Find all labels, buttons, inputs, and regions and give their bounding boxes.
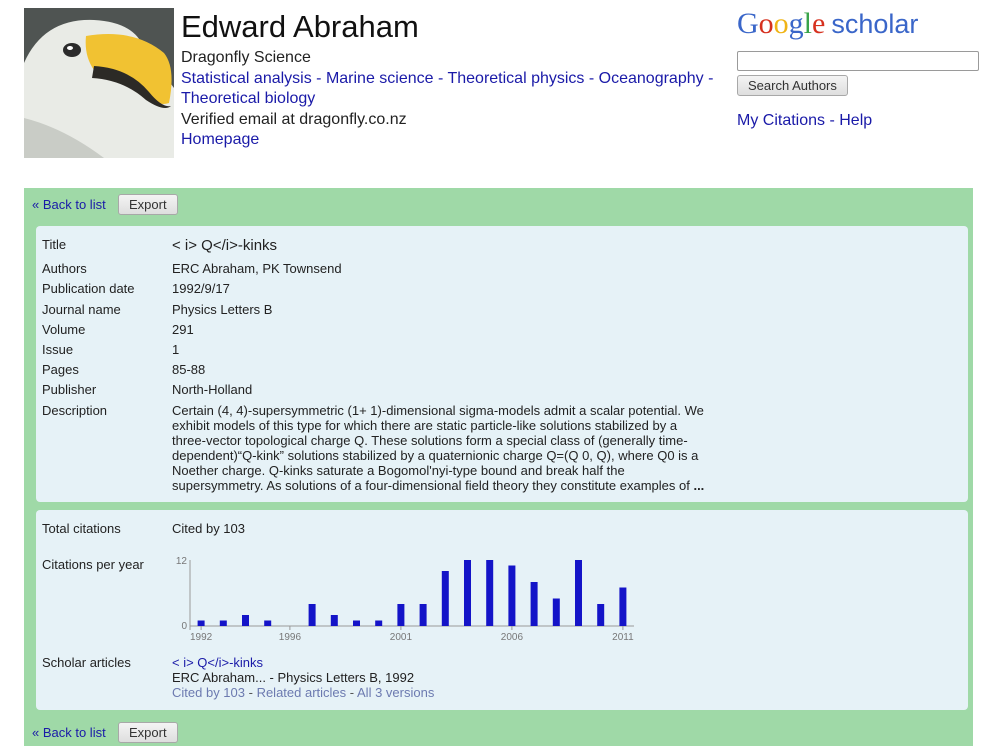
affiliation: Dragonfly Science: [181, 49, 311, 66]
search-authors-input[interactable]: [737, 51, 979, 71]
interest-link-theoretical-biology[interactable]: Theoretical biology: [181, 90, 315, 107]
chart-bar: [353, 620, 360, 626]
chart-bar: [397, 604, 405, 626]
interest-separator: -: [433, 69, 448, 87]
volume-label: Volume: [42, 322, 86, 337]
issue-value: 1: [172, 342, 180, 357]
top-nav-bar: « Back to list Export: [24, 188, 973, 218]
related-articles-link[interactable]: Related articles: [257, 685, 347, 700]
interests: Statistical analysis - Marine science - …: [181, 69, 721, 110]
google-logo-text: Google: [737, 7, 826, 40]
article-title-link[interactable]: < i> Q</i>-kinks: [172, 237, 277, 254]
citations-per-year-chart: 0 12 1992 1996 2001 2006 2011: [176, 556, 634, 643]
chart-y-tick-label: 12: [176, 556, 188, 567]
chart-bar: [575, 560, 582, 626]
chart-bar: [441, 571, 449, 626]
total-citations-label: Total citations: [42, 521, 121, 536]
chart-bar: [530, 582, 538, 626]
interest-separator: -: [703, 69, 714, 87]
chart-x-tick-label: 2001: [390, 632, 413, 643]
publisher-value: North-Holland: [172, 382, 253, 397]
scholar-link-separator: -: [346, 685, 358, 700]
verified-email: Verified email at dragonfly.co.nz: [181, 110, 407, 128]
chart-bar: [464, 560, 471, 626]
description-text: Certain (4, 4)-supersymmetric (1+ 1)-dim…: [172, 403, 708, 493]
authors-value: ERC Abraham, PK Townsend: [172, 261, 342, 276]
scholar-cited-by-link[interactable]: Cited by 103: [172, 685, 245, 700]
chart-bar: [219, 620, 227, 626]
author-name: Edward Abraham: [181, 9, 419, 44]
all-versions-link[interactable]: All 3 versions: [357, 685, 434, 700]
citations-per-year-label: Citations per year: [42, 557, 144, 572]
chart-bar: [419, 604, 427, 626]
interest-separator: -: [311, 69, 326, 87]
interest-separator: -: [584, 69, 599, 87]
profile-info: Edward Abraham Dragonfly Science Statist…: [181, 8, 721, 151]
date-label: Publication date: [42, 281, 135, 296]
bottom-nav-bar: « Back to list Export: [24, 716, 973, 746]
volume-value: 291: [172, 322, 194, 337]
scholar-logo-text: scholar: [831, 9, 919, 39]
header-links: My Citations - Help: [737, 112, 982, 130]
export-button[interactable]: Export: [118, 194, 178, 215]
citations-panel: Total citations Cited by 103 Citations p…: [36, 510, 968, 710]
chart-bar: [375, 620, 383, 626]
issue-label: Issue: [42, 342, 74, 357]
homepage-link[interactable]: Homepage: [181, 131, 259, 148]
back-to-list-link-bottom[interactable]: « Back to list: [32, 725, 106, 740]
chart-bar: [197, 620, 205, 626]
chart-x-tick-label: 2011: [612, 632, 634, 643]
description-label: Description: [42, 403, 108, 418]
publisher-label: Publisher: [42, 382, 97, 397]
interest-link-theoretical-physics[interactable]: Theoretical physics: [447, 70, 584, 87]
pages-value: 85-88: [172, 362, 206, 377]
search-authors-button[interactable]: Search Authors: [737, 75, 848, 96]
scholar-article: < i> Q</i>-kinks ERC Abraham... - Physic…: [172, 655, 434, 700]
help-link[interactable]: Help: [839, 112, 872, 129]
cited-by-link[interactable]: Cited by 103: [172, 521, 245, 536]
chart-y-tick-label: 0: [181, 621, 187, 632]
interest-link-statistical-analysis[interactable]: Statistical analysis: [181, 70, 312, 87]
export-button-bottom[interactable]: Export: [118, 722, 178, 743]
chart-bar: [242, 615, 249, 626]
interest-link-marine-science[interactable]: Marine science: [326, 70, 434, 87]
chart-bar: [308, 604, 316, 626]
date-value: 1992/9/17: [172, 281, 230, 296]
chart-bar: [486, 560, 494, 626]
pages-label: Pages: [42, 362, 79, 377]
chart-bar: [552, 598, 560, 626]
chart-bar: [619, 587, 627, 626]
chart-bar: [508, 565, 516, 626]
chart-bar: [597, 604, 605, 626]
interest-link-oceanography[interactable]: Oceanography: [599, 70, 704, 87]
journal-label: Journal name: [42, 302, 121, 317]
description-body: Certain (4, 4)-supersymmetric (1+ 1)-dim…: [172, 403, 704, 493]
header-link-separator: -: [825, 112, 840, 129]
chart-x-tick-label: 2006: [501, 632, 524, 643]
google-scholar-logo[interactable]: Google scholar: [737, 6, 982, 42]
scholar-article-source: ERC Abraham... - Physics Letters B, 1992: [172, 670, 415, 685]
scholar-header: Google scholar Search Authors My Citation…: [737, 6, 982, 130]
chart-bar: [330, 615, 338, 626]
back-to-list-link[interactable]: « Back to list: [32, 197, 106, 212]
my-citations-link[interactable]: My Citations: [737, 112, 825, 129]
scholar-articles-label: Scholar articles: [42, 655, 131, 670]
chart-bar: [264, 620, 272, 626]
scholar-article-title-link[interactable]: < i> Q</i>-kinks: [172, 655, 434, 670]
chart-x-tick-label: 1992: [190, 632, 213, 643]
journal-value: Physics Letters B: [172, 302, 273, 317]
authors-label: Authors: [42, 261, 87, 276]
details-panel: Title < i> Q</i>-kinks Authors ERC Abrah…: [36, 226, 968, 502]
title-label: Title: [42, 237, 67, 252]
scholar-link-separator: -: [245, 685, 257, 700]
author-photo: [24, 8, 174, 158]
chart-x-tick-label: 1996: [279, 632, 302, 643]
description-more[interactable]: ...: [693, 478, 704, 493]
